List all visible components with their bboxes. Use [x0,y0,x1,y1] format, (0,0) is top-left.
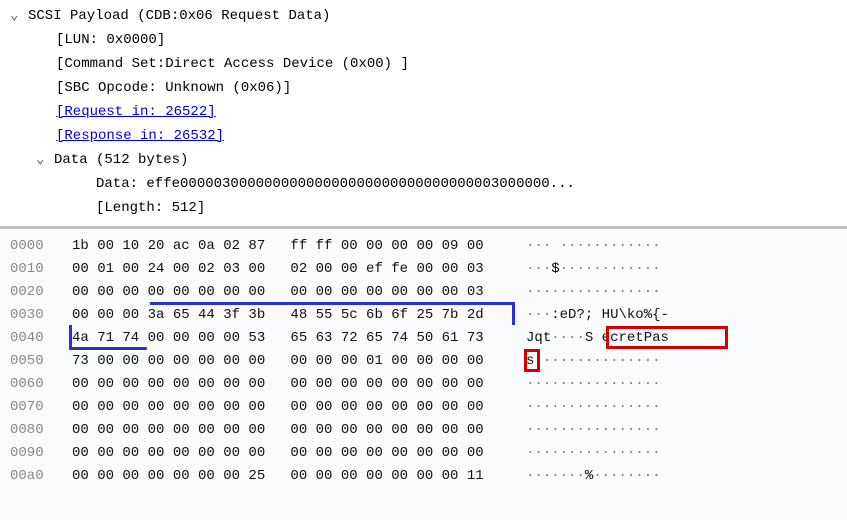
hex-ascii: ················ [526,419,726,442]
tree-lun: [LUN: 0x0000] [0,28,847,52]
hex-offset: 0090 [10,442,72,465]
hex-offset: 0030 [10,304,72,327]
hex-row[interactable]: 006000 00 00 00 00 00 00 00 00 00 00 00 … [10,373,837,396]
hex-row[interactable]: 002000 00 00 00 00 00 00 00 00 00 00 00 … [10,281,837,304]
tree-data-hex: Data: effe000003000000000000000000000000… [0,172,847,196]
hex-ascii: ···:eD?; HU\ko%{- [526,304,726,327]
hex-offset: 00a0 [10,465,72,488]
hex-offset: 0000 [10,235,72,258]
tree-root-label: SCSI Payload (CDB:0x06 Request Data) [28,5,330,27]
hex-offset: 0050 [10,350,72,373]
hex-bytes: 00 01 00 24 00 02 03 00 02 00 00 ef fe 0… [72,258,512,281]
chevron-down-icon[interactable]: ⌄ [36,149,50,171]
hex-bytes: 00 00 00 00 00 00 00 00 00 00 00 00 00 0… [72,419,512,442]
hex-ascii: ·······%········ [526,465,726,488]
hex-bytes: 00 00 00 00 00 00 00 00 00 00 00 00 00 0… [72,442,512,465]
hex-bytes: 00 00 00 3a 65 44 3f 3b 48 55 5c 6b 6f 2… [72,304,512,327]
hex-ascii: s··············· [526,350,726,373]
hex-ascii: ················ [526,442,726,465]
hex-row[interactable]: 00404a 71 74 00 00 00 00 53 65 63 72 65 … [10,327,837,350]
packet-tree-pane: ⌄ SCSI Payload (CDB:0x06 Request Data) [… [0,0,847,229]
request-in-link[interactable]: [Request in: 26522] [56,101,216,123]
hex-offset: 0010 [10,258,72,281]
tree-sbc-opcode: [SBC Opcode: Unknown (0x06)] [0,76,847,100]
chevron-down-icon[interactable]: ⌄ [10,5,24,27]
hex-ascii: Jqt····S ecretPas [526,327,726,350]
hex-ascii: ················ [526,373,726,396]
hex-bytes: 73 00 00 00 00 00 00 00 00 00 00 01 00 0… [72,350,512,373]
hex-bytes: 00 00 00 00 00 00 00 25 00 00 00 00 00 0… [72,465,512,488]
hex-bytes: 00 00 00 00 00 00 00 00 00 00 00 00 00 0… [72,373,512,396]
hex-row[interactable]: 005073 00 00 00 00 00 00 00 00 00 00 01 … [10,350,837,373]
tree-root[interactable]: ⌄ SCSI Payload (CDB:0x06 Request Data) [0,4,847,28]
hex-offset: 0040 [10,327,72,350]
hex-ascii: ··· ············ [526,235,726,258]
response-in-link[interactable]: [Response in: 26532] [56,125,224,147]
hex-row[interactable]: 007000 00 00 00 00 00 00 00 00 00 00 00 … [10,396,837,419]
tree-response-link[interactable]: [Response in: 26532] [0,124,847,148]
hex-bytes: 1b 00 10 20 ac 0a 02 87 ff ff 00 00 00 0… [72,235,512,258]
hex-row[interactable]: 003000 00 00 3a 65 44 3f 3b 48 55 5c 6b … [10,304,837,327]
hex-bytes: 4a 71 74 00 00 00 00 53 65 63 72 65 74 5… [72,327,512,350]
tree-cmdset: [Command Set:Direct Access Device (0x00)… [0,52,847,76]
hex-row[interactable]: 001000 01 00 24 00 02 03 00 02 00 00 ef … [10,258,837,281]
hex-ascii: ················ [526,396,726,419]
tree-data-header[interactable]: ⌄ Data (512 bytes) [0,148,847,172]
hex-row[interactable]: 008000 00 00 00 00 00 00 00 00 00 00 00 … [10,419,837,442]
hex-bytes: 00 00 00 00 00 00 00 00 00 00 00 00 00 0… [72,396,512,419]
hex-bytes: 00 00 00 00 00 00 00 00 00 00 00 00 00 0… [72,281,512,304]
hex-ascii: ················ [526,281,726,304]
tree-data-length: [Length: 512] [0,196,847,220]
hex-offset: 0070 [10,396,72,419]
hex-dump-pane[interactable]: 00001b 00 10 20 ac 0a 02 87 ff ff 00 00 … [0,229,847,520]
hex-row[interactable]: 009000 00 00 00 00 00 00 00 00 00 00 00 … [10,442,837,465]
hex-offset: 0080 [10,419,72,442]
hex-offset: 0020 [10,281,72,304]
hex-row[interactable]: 00001b 00 10 20 ac 0a 02 87 ff ff 00 00 … [10,235,837,258]
hex-offset: 0060 [10,373,72,396]
hex-row[interactable]: 00a000 00 00 00 00 00 00 25 00 00 00 00 … [10,465,837,488]
hex-ascii: ···$············ [526,258,726,281]
tree-request-link[interactable]: [Request in: 26522] [0,100,847,124]
